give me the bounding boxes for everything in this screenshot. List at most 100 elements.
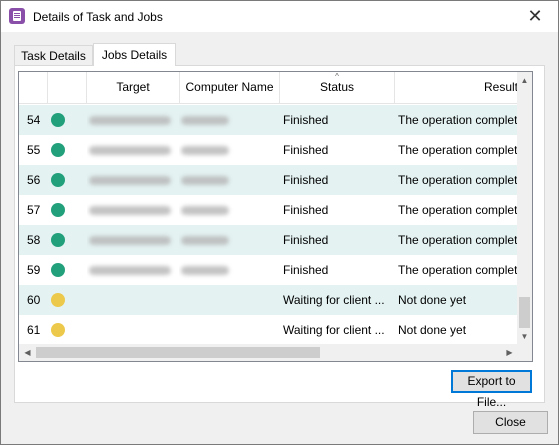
row-index: 59 (27, 263, 41, 277)
row-index: 55 (27, 143, 41, 157)
window-close-button[interactable]: ✕ (512, 1, 558, 32)
status-indicator (49, 255, 65, 285)
computer-name-cell (179, 315, 261, 345)
result-cell: Not done yet (398, 293, 467, 307)
dialog-window: Details of Task and Jobs ✕ Task Details … (0, 0, 559, 445)
redacted-target (89, 146, 171, 155)
scroll-up-arrow-icon[interactable]: ▲ (517, 72, 532, 89)
status-dot-icon (51, 173, 65, 187)
table-row[interactable]: 59 Finished The operation completed (19, 255, 518, 285)
result-cell: The operation completed (398, 113, 518, 127)
status-cell: Finished (283, 203, 329, 217)
target-cell (87, 225, 185, 255)
computer-name-cell (179, 225, 261, 255)
computer-name-cell (179, 195, 261, 225)
row-index: 57 (27, 203, 41, 217)
status-cell: Finished (283, 263, 329, 277)
horizontal-scroll-thumb[interactable] (36, 347, 320, 358)
table-row[interactable]: 56 Finished The operation completed (19, 165, 518, 195)
target-cell (87, 195, 185, 225)
grid-rows: 54 Finished The operation completed 55 Finis… (19, 105, 518, 345)
jobs-grid[interactable]: Target Computer Name ^ Status Result 54 F… (18, 71, 533, 362)
column-header-target[interactable]: Target (87, 72, 180, 103)
status-dot-icon (51, 113, 65, 127)
table-row[interactable]: 58 Finished The operation completed (19, 225, 518, 255)
target-cell (87, 135, 185, 165)
status-indicator (49, 315, 65, 345)
status-indicator (49, 105, 65, 135)
column-header-computer-name[interactable]: Computer Name (180, 72, 280, 103)
status-cell: Finished (283, 173, 329, 187)
status-dot-icon (51, 233, 65, 247)
scroll-right-arrow-icon[interactable]: ▶ (501, 344, 518, 361)
row-index: 56 (27, 173, 41, 187)
column-header-result[interactable]: Result (395, 72, 518, 103)
target-cell (87, 255, 185, 285)
vertical-scroll-thumb[interactable] (519, 297, 530, 328)
status-indicator (49, 135, 65, 165)
status-cell: Waiting for client ... (283, 323, 385, 337)
vertical-scrollbar[interactable]: ▲ ▼ (517, 72, 532, 345)
target-cell (87, 285, 185, 315)
result-cell: The operation completed (398, 233, 518, 247)
status-dot-icon (51, 323, 65, 337)
row-index: 60 (27, 293, 41, 307)
computer-name-cell (179, 135, 261, 165)
column-header-index[interactable] (19, 72, 48, 103)
redacted-computer-name (181, 206, 229, 215)
row-index: 61 (27, 323, 41, 337)
target-cell (87, 105, 185, 135)
row-index: 58 (27, 233, 41, 247)
computer-name-cell (179, 105, 261, 135)
status-cell: Waiting for client ... (283, 293, 385, 307)
close-button[interactable]: Close (473, 411, 548, 434)
scroll-down-arrow-icon[interactable]: ▼ (517, 328, 532, 345)
table-row[interactable]: 55 Finished The operation completed (19, 135, 518, 165)
status-dot-icon (51, 293, 65, 307)
horizontal-scrollbar[interactable]: ◀ ▶ (19, 344, 518, 361)
window-title: Details of Task and Jobs (33, 10, 163, 24)
target-cell (87, 165, 185, 195)
redacted-target (89, 236, 171, 245)
result-cell: The operation completed (398, 143, 518, 157)
status-dot-icon (51, 203, 65, 217)
column-header-status[interactable]: ^ Status (280, 72, 395, 103)
redacted-target (89, 116, 171, 125)
sort-ascending-icon: ^ (335, 72, 339, 81)
table-row[interactable]: 61 Waiting for client ... Not done yet (19, 315, 518, 345)
table-row[interactable]: 60 Waiting for client ... Not done yet (19, 285, 518, 315)
column-header-state[interactable] (48, 72, 87, 103)
column-header-status-label: Status (319, 80, 355, 94)
redacted-computer-name (181, 116, 229, 125)
tab-jobs-details[interactable]: Jobs Details (93, 43, 176, 66)
redacted-target (89, 266, 171, 275)
redacted-computer-name (181, 266, 229, 275)
tab-task-details[interactable]: Task Details (14, 45, 93, 65)
status-cell: Finished (283, 143, 329, 157)
result-cell: The operation completed (398, 173, 518, 187)
status-cell: Finished (283, 113, 329, 127)
result-cell: Not done yet (398, 323, 467, 337)
result-cell: The operation completed (398, 263, 518, 277)
computer-name-cell (179, 255, 261, 285)
status-indicator (49, 285, 65, 315)
status-indicator (49, 165, 65, 195)
target-cell (87, 315, 185, 345)
grid-header: Target Computer Name ^ Status Result (19, 72, 518, 104)
computer-name-cell (179, 285, 261, 315)
status-cell: Finished (283, 233, 329, 247)
row-index: 54 (27, 113, 41, 127)
scroll-left-arrow-icon[interactable]: ◀ (19, 344, 36, 361)
status-indicator (49, 225, 65, 255)
result-cell: The operation completed (398, 203, 518, 217)
redacted-computer-name (181, 176, 229, 185)
table-row[interactable]: 54 Finished The operation completed (19, 105, 518, 135)
app-task-icon (9, 8, 25, 24)
table-row[interactable]: 57 Finished The operation completed (19, 195, 518, 225)
status-indicator (49, 195, 65, 225)
redacted-target (89, 206, 171, 215)
redacted-computer-name (181, 146, 229, 155)
redacted-computer-name (181, 236, 229, 245)
export-to-file-button[interactable]: Export to File... (451, 370, 532, 409)
title-bar: Details of Task and Jobs ✕ (1, 1, 558, 32)
